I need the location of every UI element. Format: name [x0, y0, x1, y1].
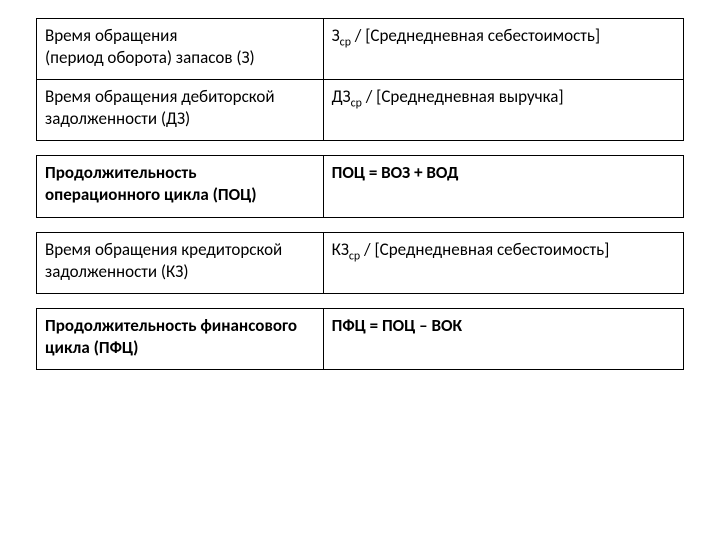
formula-cell: Зср / [Среднедневная себестоимость] — [323, 19, 683, 80]
table-block: Время обращения кредиторской задолженнос… — [36, 232, 684, 294]
table-row: Время обращения кредиторской задолженнос… — [37, 232, 684, 293]
spacer — [36, 141, 684, 155]
table-row: Продолжительность финансового цикла (ПФЦ… — [37, 308, 684, 369]
table-row: Время обращения(период оборота) запасов … — [37, 19, 684, 80]
table-block: Продолжительность операционного цикла (П… — [36, 155, 684, 217]
definition-cell: Время обращения кредиторской задолженнос… — [37, 232, 324, 293]
definition-cell: Время обращения(период оборота) запасов … — [37, 19, 324, 80]
formula-cell: ПОЦ = ВОЗ + ВОД — [323, 156, 683, 217]
definition-cell: Продолжительность операционного цикла (П… — [37, 156, 324, 217]
spacer — [36, 218, 684, 232]
formula-cell: ПФЦ = ПОЦ – ВОК — [323, 308, 683, 369]
table-block: Продолжительность финансового цикла (ПФЦ… — [36, 308, 684, 370]
definition-cell: Время обращения дебиторской задолженност… — [37, 80, 324, 141]
formula-cell: КЗср / [Среднедневная себестоимость] — [323, 232, 683, 293]
page: Время обращения(период оборота) запасов … — [0, 0, 720, 370]
tables-container: Время обращения(период оборота) запасов … — [36, 18, 684, 370]
table-block: Время обращения(период оборота) запасов … — [36, 18, 684, 141]
spacer — [36, 294, 684, 308]
table-row: Время обращения дебиторской задолженност… — [37, 80, 684, 141]
table-row: Продолжительность операционного цикла (П… — [37, 156, 684, 217]
formula-cell: ДЗср / [Среднедневная выручка] — [323, 80, 683, 141]
definition-cell: Продолжительность финансового цикла (ПФЦ… — [37, 308, 324, 369]
